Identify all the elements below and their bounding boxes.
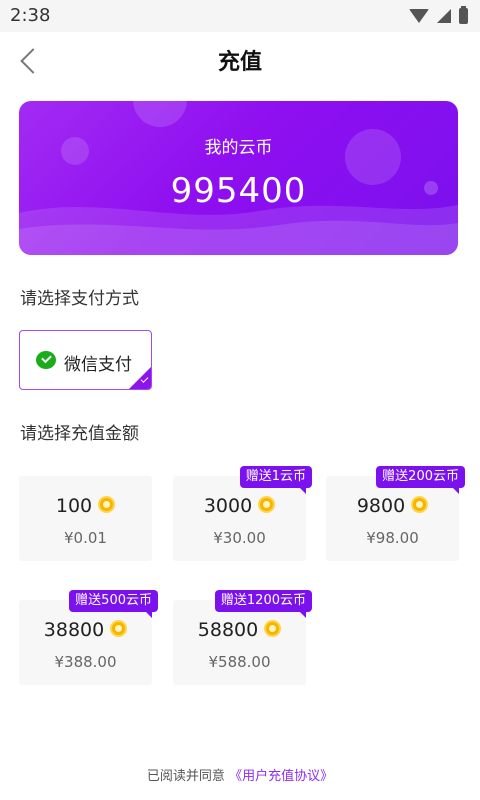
coin-icon: [110, 620, 128, 637]
amount-option-9800[interactable]: 赠送200云币 9800 ¥98.00: [326, 466, 465, 561]
coins-row: 38800: [19, 619, 152, 641]
coin-amount: 38800: [43, 619, 105, 641]
amount-option-100[interactable]: 100 ¥0.01: [19, 476, 152, 561]
selected-check-icon: [129, 367, 151, 389]
amount-option-38800[interactable]: 赠送500云币 38800 ¥388.00: [19, 590, 158, 685]
battery-icon: [459, 6, 468, 24]
status-time: 2:38: [10, 5, 51, 26]
coins-row: 100: [19, 495, 152, 517]
price: ¥30.00: [213, 529, 266, 547]
coin-amount: 3000: [203, 495, 253, 517]
page-title: 充值: [217, 50, 262, 75]
payment-section-title: 请选择支付方式: [20, 289, 139, 309]
amount-option-3000[interactable]: 赠送1云币 3000 ¥30.00: [173, 466, 312, 561]
wechat-icon: [36, 351, 56, 369]
price: ¥588.00: [208, 653, 271, 671]
bonus-badge: 赠送200云币: [376, 466, 465, 494]
price: ¥0.01: [64, 529, 107, 547]
coins-row: 3000: [173, 495, 306, 517]
balance-label: 我的云币: [204, 138, 273, 158]
price: ¥98.00: [366, 529, 419, 547]
amount-section-title: 请选择充值金额: [20, 424, 139, 444]
coin-icon: [98, 496, 116, 513]
bonus-badge: 赠送1云币: [239, 466, 312, 494]
bonus-badge: 赠送1200云币: [214, 590, 312, 618]
coin-icon: [258, 496, 276, 513]
bonus-badge: 赠送500云币: [69, 590, 158, 618]
amount-option-58800[interactable]: 赠送1200云币 58800 ¥588.00: [173, 590, 312, 685]
decorative-bubble: [133, 101, 187, 127]
payment-method-label: 微信支付: [64, 355, 132, 375]
signal-icon: [437, 9, 451, 23]
wifi-icon: [409, 9, 429, 23]
wechat-pay-option[interactable]: 微信支付: [19, 330, 152, 390]
balance-card: 我的云币 995400: [19, 101, 458, 255]
nav-bar: 充值: [0, 32, 480, 88]
balance-value: 995400: [170, 171, 307, 211]
price: ¥388.00: [54, 653, 117, 671]
coins-row: 58800: [173, 619, 306, 641]
coin-amount: 58800: [197, 619, 259, 641]
coin-icon: [264, 620, 282, 637]
coin-amount: 9800: [356, 495, 406, 517]
agreement-text: 已阅读并同意 《用户充值协议》: [0, 765, 480, 784]
status-bar: 2:38: [0, 0, 480, 32]
agreement-prefix: 已阅读并同意: [146, 769, 225, 784]
agreement-link[interactable]: 《用户充值协议》: [229, 769, 333, 784]
coins-row: 9800: [326, 495, 459, 517]
coin-icon: [411, 496, 429, 513]
status-icons: [409, 6, 468, 25]
coin-amount: 100: [55, 495, 93, 517]
